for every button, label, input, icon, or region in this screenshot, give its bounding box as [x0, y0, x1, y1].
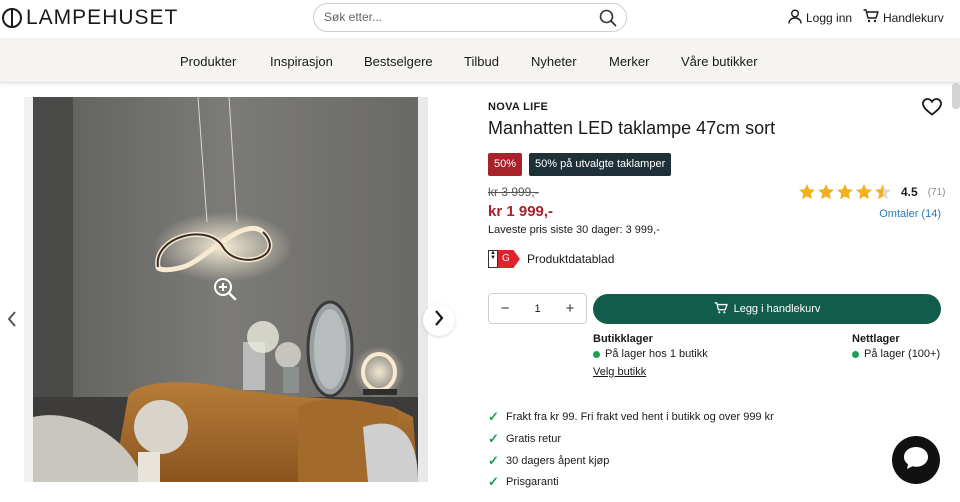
- chevron-left-icon: [7, 310, 17, 332]
- nav-item-tilbud[interactable]: Tilbud: [464, 54, 499, 69]
- usp-item: ✓ Frakt fra kr 99. Fri frakt ved hent i …: [488, 409, 774, 425]
- cart-label: Handlekurv: [883, 10, 944, 25]
- main-nav: Produkter Inspirasjon Bestselgere Tilbud…: [0, 38, 960, 83]
- rating-value: 4.5: [901, 185, 918, 199]
- usp-item: ✓ Gratis retur: [488, 431, 561, 447]
- zoom-icon[interactable]: [212, 276, 238, 307]
- login-link[interactable]: Logg inn: [788, 9, 852, 27]
- star-icon: [837, 184, 853, 200]
- usp-item: ✓ 30 dagers åpent kjøp: [488, 453, 609, 469]
- store-stock-text: På lager hos 1 butikk: [605, 348, 708, 360]
- check-icon: ✓: [488, 409, 499, 424]
- chevron-right-icon: [434, 309, 444, 331]
- old-price: kr 3 999,-: [488, 185, 539, 199]
- usp-text: Frakt fra kr 99. Fri frakt ved hent i bu…: [506, 411, 774, 423]
- usp-text: Prisgaranti: [506, 476, 559, 488]
- energy-class: G: [498, 250, 520, 268]
- campaign-badge[interactable]: 50% på utvalgte taklamper: [529, 153, 672, 176]
- nav-item-produkter[interactable]: Produkter: [180, 54, 236, 69]
- usp-item: ✓ Prisgaranti: [488, 474, 559, 490]
- cart-icon: [863, 9, 879, 26]
- discount-badge: 50%: [488, 153, 523, 176]
- check-icon: ✓: [488, 474, 499, 489]
- rating-count: (71): [927, 186, 946, 198]
- product-brand[interactable]: NOVA LIFE: [488, 101, 548, 113]
- logo-icon: [2, 8, 22, 28]
- add-to-cart-button[interactable]: Legg i handlekurv: [593, 294, 941, 324]
- sale-price: kr 1 999,-: [488, 203, 554, 220]
- rating[interactable]: 4.5 (71): [798, 183, 945, 201]
- logo-text: LAMPEHUSET: [26, 6, 179, 29]
- nav-item-inspirasjon[interactable]: Inspirasjon: [270, 54, 333, 69]
- nav-item-nyheter[interactable]: Nyheter: [531, 54, 577, 69]
- search-box: [313, 3, 627, 32]
- in-stock-dot-icon: [593, 350, 600, 358]
- energy-label-icon: ▲ ▼ G: [488, 250, 520, 268]
- star-icon: [818, 184, 834, 200]
- search-input[interactable]: [324, 10, 584, 24]
- product-info: NOVA LIFE Manhatten LED taklampe 47cm so…: [488, 83, 948, 502]
- logo[interactable]: LAMPEHUSET: [2, 6, 178, 30]
- quantity-value[interactable]: 1: [523, 303, 553, 315]
- nav-item-bestselgere[interactable]: Bestselgere: [364, 54, 433, 69]
- minus-icon[interactable]: −: [497, 300, 513, 317]
- store-stock-status: På lager hos 1 butikk: [593, 348, 708, 360]
- rating-stars: [798, 183, 892, 201]
- user-icon: [788, 9, 802, 27]
- login-label: Logg inn: [806, 11, 853, 25]
- online-stock-status: På lager (100+): [852, 348, 940, 360]
- nav-item-merker[interactable]: Merker: [609, 54, 649, 69]
- gallery-edge: [24, 97, 33, 482]
- check-icon: ✓: [488, 431, 499, 446]
- store-stock-heading: Butikklager: [593, 333, 653, 345]
- cart-icon: [714, 301, 728, 317]
- online-stock-text: På lager (100+): [864, 348, 941, 360]
- product-datasheet-link[interactable]: ▲ ▼ G Produktdatablad: [488, 250, 614, 268]
- quantity-stepper: − 1 +: [488, 293, 587, 324]
- lowest-price-note: Laveste pris siste 30 dager: 3 999,-: [488, 224, 660, 236]
- add-to-cart-label: Legg i handlekurv: [733, 303, 821, 315]
- usp-text: Gratis retur: [506, 433, 562, 445]
- product-title: Manhatten LED taklampe 47cm sort: [488, 118, 776, 138]
- in-stock-dot-icon: [852, 350, 859, 358]
- top-bar: LAMPEHUSET Logg inn Handlekurv: [0, 0, 960, 38]
- chat-button[interactable]: [892, 436, 940, 484]
- gallery-prev-button[interactable]: [2, 310, 22, 332]
- online-stock-heading: Nettlager: [852, 333, 900, 345]
- chat-bubble-icon: [902, 445, 930, 476]
- gallery-edge-right: [418, 97, 428, 482]
- scrollbar[interactable]: [952, 83, 960, 109]
- star-icon: [856, 184, 872, 200]
- product-gallery: [0, 83, 470, 502]
- plus-icon[interactable]: +: [562, 300, 578, 317]
- star-icon: [799, 184, 815, 200]
- reviews-link[interactable]: Omtaler (14): [879, 208, 941, 220]
- choose-store-link[interactable]: Velg butikk: [593, 366, 646, 378]
- cart-link[interactable]: Handlekurv: [863, 9, 944, 26]
- energy-scale: ▲ ▼: [488, 250, 498, 268]
- star-icon: [875, 184, 891, 200]
- nav-item-vare-butikker[interactable]: Våre butikker: [681, 54, 758, 69]
- datasheet-label: Produktdatablad: [527, 252, 615, 266]
- usp-text: 30 dagers åpent kjøp: [506, 455, 610, 467]
- check-icon: ✓: [488, 453, 499, 468]
- heart-icon[interactable]: [922, 98, 942, 121]
- gallery-next-button[interactable]: [423, 304, 455, 336]
- search-icon[interactable]: [599, 9, 617, 32]
